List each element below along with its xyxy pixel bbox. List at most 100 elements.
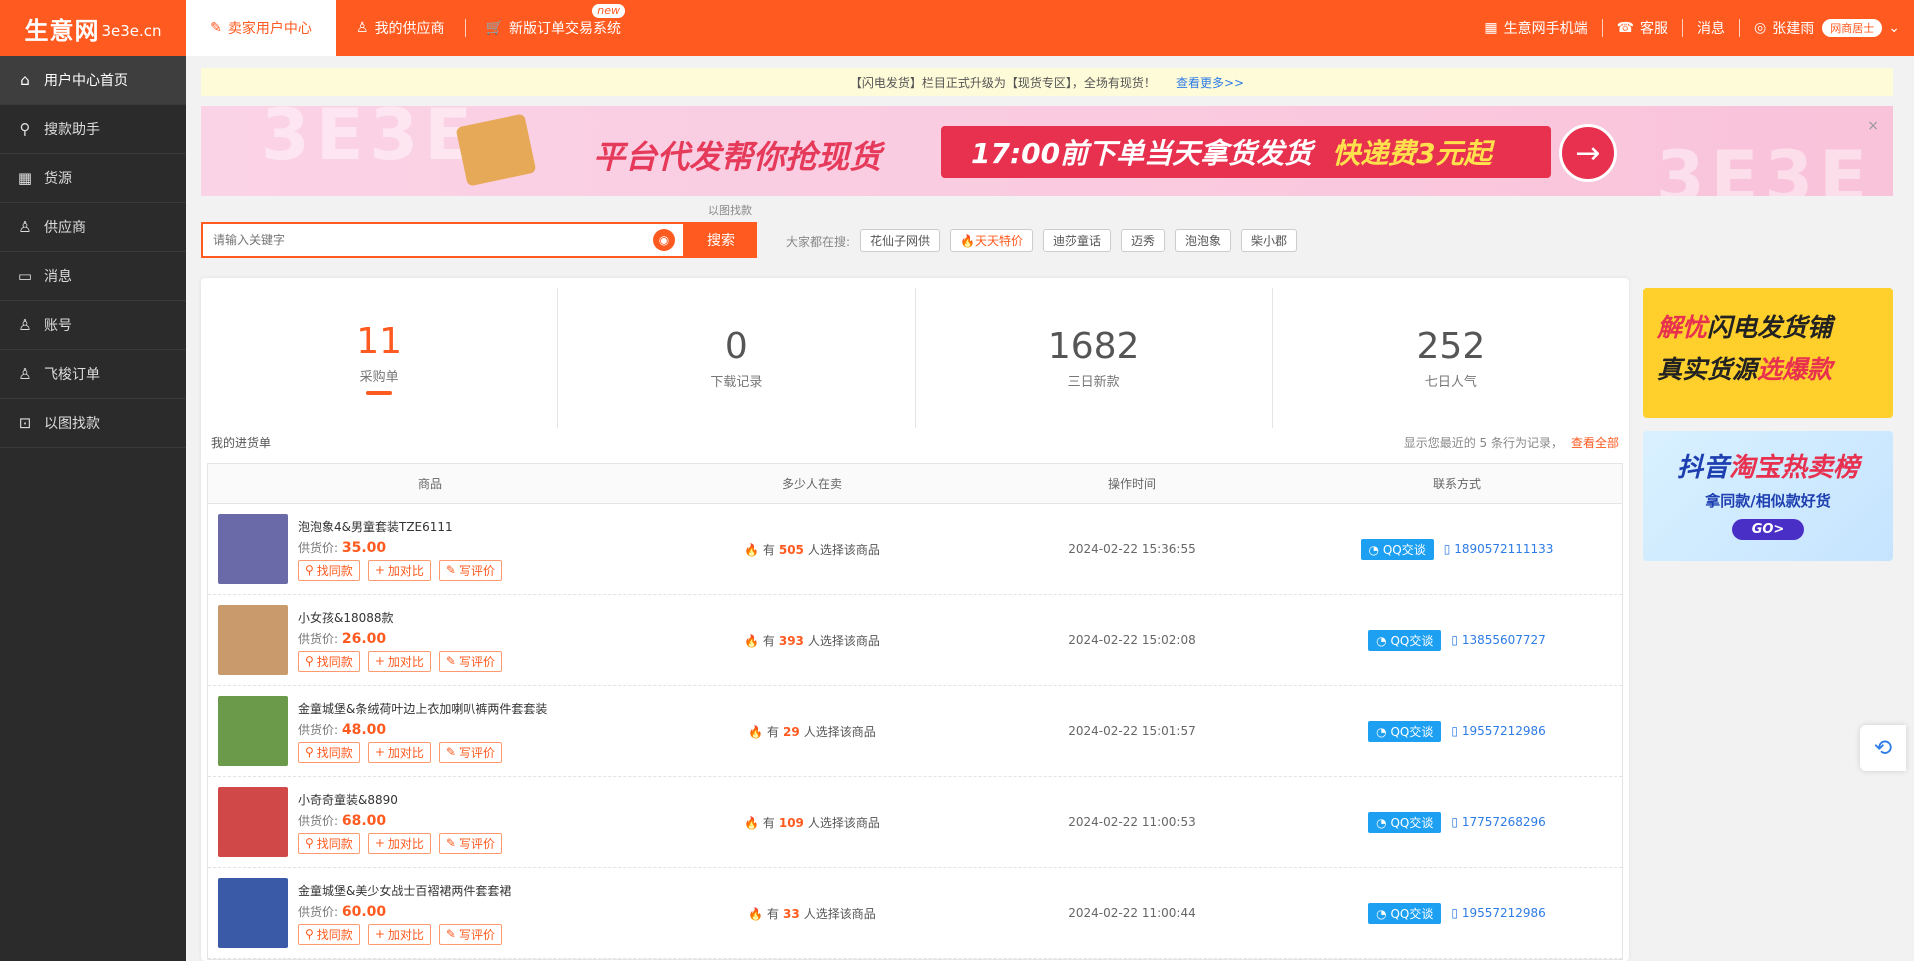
ad-hot-list[interactable]: 抖音淘宝热卖榜 拿同款/相似款好货 GO> bbox=[1643, 431, 1893, 561]
sidebar-item-search-assistant[interactable]: ⚲ 搜款助手 bbox=[0, 105, 186, 154]
phone-number[interactable]: ▯ 19557212986 bbox=[1451, 724, 1545, 738]
fire-icon: 🔥 bbox=[748, 906, 764, 921]
hot-tag[interactable]: 花仙子网供 bbox=[860, 229, 941, 252]
contact-cell: ◔ QQ交谈 ▯ 19557212986 bbox=[1292, 902, 1622, 924]
hot-tag[interactable]: 迈秀 bbox=[1121, 229, 1166, 252]
stat-popular-7days[interactable]: 252 七日人气 bbox=[1273, 288, 1629, 428]
cart-icon: 🛒 bbox=[485, 20, 503, 36]
write-review-button[interactable]: ✎ 写评价 bbox=[438, 923, 502, 945]
phone-number[interactable]: ▯ 17757268296 bbox=[1451, 815, 1545, 829]
promo-banner[interactable]: 3E3E 3E3E 平台代发帮你抢现货 17:00前下单当天拿货发货 快递费3元… bbox=[201, 106, 1893, 196]
notice-bar: 【闪电发货】栏目正式升级为【现货专区】，全场有现货！ 查看更多>> bbox=[201, 68, 1893, 96]
sidebar-item-image-search[interactable]: ⊡ 以图找款 bbox=[0, 399, 186, 448]
hot-tag[interactable]: 迪莎童话 bbox=[1042, 229, 1111, 252]
notice-more-link[interactable]: 查看更多>> bbox=[1176, 74, 1244, 91]
stat-new-3days[interactable]: 1682 三日新款 bbox=[916, 288, 1273, 428]
stat-downloads[interactable]: 0 下载记录 bbox=[558, 288, 916, 428]
find-same-button[interactable]: ⚲ 找同款 bbox=[298, 832, 360, 854]
product-name[interactable]: 小奇奇童装&8890 bbox=[298, 791, 510, 808]
add-compare-button[interactable]: + 加对比 bbox=[367, 559, 431, 581]
write-review-button[interactable]: ✎ 写评价 bbox=[438, 559, 502, 581]
qq-chat-button[interactable]: ◔ QQ交谈 bbox=[1360, 538, 1434, 560]
hot-tag[interactable]: 柴小郡 bbox=[1241, 229, 1298, 252]
product-price: 35.00 bbox=[341, 539, 387, 556]
headset-icon: ☎ bbox=[1616, 20, 1635, 36]
product-name[interactable]: 泡泡象4&男童套装TZE6111 bbox=[298, 518, 510, 535]
go-button[interactable]: GO> bbox=[1731, 519, 1805, 540]
image-search-hint[interactable]: 以图找款 bbox=[708, 202, 752, 218]
write-review-button[interactable]: ✎ 写评价 bbox=[438, 650, 502, 672]
product-thumbnail[interactable] bbox=[218, 878, 288, 948]
contact-cell: ◔ QQ交谈 ▯ 17757268296 bbox=[1292, 811, 1622, 833]
product-thumbnail[interactable] bbox=[218, 514, 288, 584]
order-icon: ♙ bbox=[18, 365, 32, 383]
close-icon[interactable]: × bbox=[1867, 118, 1879, 134]
search-input[interactable] bbox=[203, 225, 653, 255]
price-label: 供货价: bbox=[298, 904, 339, 919]
plus-icon: + bbox=[374, 563, 385, 577]
service-link[interactable]: ☎ 客服 bbox=[1603, 18, 1682, 38]
write-review-button[interactable]: ✎ 写评价 bbox=[438, 832, 502, 854]
hot-tag[interactable]: 泡泡象 bbox=[1175, 229, 1232, 252]
find-same-button[interactable]: ⚲ 找同款 bbox=[298, 923, 360, 945]
qq-chat-button[interactable]: ◔ QQ交谈 bbox=[1368, 720, 1442, 742]
sidebar-item-sources[interactable]: ▦ 货源 bbox=[0, 154, 186, 203]
site-logo[interactable]: 生意网 3e3e.cn bbox=[0, 0, 186, 56]
plus-icon: + bbox=[374, 836, 385, 850]
add-compare-button[interactable]: + 加对比 bbox=[367, 650, 431, 672]
qq-chat-button[interactable]: ◔ QQ交谈 bbox=[1368, 629, 1442, 651]
stat-purchase-orders[interactable]: 11 采购单 bbox=[201, 288, 559, 428]
sellers-count: 505 bbox=[778, 542, 804, 557]
message-link[interactable]: 消息 bbox=[1683, 18, 1739, 38]
search-icon: ⚲ bbox=[305, 563, 314, 577]
sidebar-item-suppliers[interactable]: ♙ 供应商 bbox=[0, 203, 186, 252]
phone-number[interactable]: ▯ 1890572111133 bbox=[1444, 542, 1554, 556]
dashboard-card: 11 采购单 0 下载记录 1682 三日新款 252 七日人气 我的进货单 显… bbox=[201, 278, 1629, 961]
price-label: 供货价: bbox=[298, 722, 339, 737]
find-same-button[interactable]: ⚲ 找同款 bbox=[298, 650, 360, 672]
find-same-button[interactable]: ⚲ 找同款 bbox=[298, 559, 360, 581]
add-compare-button[interactable]: + 加对比 bbox=[367, 832, 431, 854]
qq-icon: ◔ bbox=[1376, 906, 1387, 921]
product-thumbnail[interactable] bbox=[218, 605, 288, 675]
product-thumbnail[interactable] bbox=[218, 787, 288, 857]
arrow-right-icon[interactable]: → bbox=[1559, 124, 1617, 182]
tab-seller-center[interactable]: ✎ 卖家用户中心 bbox=[186, 0, 336, 56]
contact-cell: ◔ QQ交谈 ▯ 19557212986 bbox=[1292, 720, 1622, 742]
find-same-button[interactable]: ⚲ 找同款 bbox=[298, 741, 360, 763]
search-icon: ⚲ bbox=[305, 745, 314, 759]
camera-icon[interactable]: ◉ bbox=[653, 229, 675, 251]
phone-number[interactable]: ▯ 13855607727 bbox=[1451, 633, 1545, 647]
product-name[interactable]: 金童城堡&条绒荷叶边上衣加喇叭裤两件套套装 bbox=[298, 700, 547, 717]
tab-order-system[interactable]: 🛒 新版订单交易系统 new bbox=[466, 0, 641, 56]
qq-chat-button[interactable]: ◔ QQ交谈 bbox=[1368, 811, 1442, 833]
sidebar-item-account[interactable]: ♙ 账号 bbox=[0, 301, 186, 350]
table-row: 金童城堡&美少女战士百褶裙两件套套裙 供货价: 60.00 ⚲ 找同款 + 加对比 … bbox=[208, 868, 1622, 959]
search-button[interactable]: 搜索 bbox=[685, 222, 757, 258]
tab-my-suppliers[interactable]: ♙ 我的供应商 bbox=[336, 0, 465, 56]
mobile-link[interactable]: ▦ 生意网手机端 bbox=[1470, 18, 1601, 38]
add-compare-button[interactable]: + 加对比 bbox=[367, 923, 431, 945]
product-name[interactable]: 金童城堡&美少女战士百褶裙两件套套裙 bbox=[298, 882, 511, 899]
banner-highlight: 17:00前下单当天拿货发货 快递费3元起 bbox=[941, 126, 1551, 178]
sidebar-item-home[interactable]: ⌂ 用户中心首页 bbox=[0, 56, 186, 105]
ad-flash-shop[interactable]: 解忧闪电发货铺 真实货源选爆款 bbox=[1643, 288, 1893, 418]
write-review-button[interactable]: ✎ 写评价 bbox=[438, 741, 502, 763]
qq-chat-button[interactable]: ◔ QQ交谈 bbox=[1368, 902, 1442, 924]
sidebar-item-orders[interactable]: ♙ 飞梭订单 bbox=[0, 350, 186, 399]
user-menu[interactable]: ◎ 张建雨 网商居士 ⌄ bbox=[1740, 18, 1914, 38]
product-thumbnail[interactable] bbox=[218, 696, 288, 766]
product-name[interactable]: 小女孩&18088款 bbox=[298, 609, 510, 626]
price-label: 供货价: bbox=[298, 540, 339, 555]
pen-icon: ✎ bbox=[445, 836, 456, 850]
sellers-cell: 🔥 有 109 人选择该商品 bbox=[744, 815, 880, 830]
edit-icon: ✎ bbox=[210, 20, 222, 36]
view-all-link[interactable]: 查看全部 bbox=[1571, 436, 1619, 450]
phone-number[interactable]: ▯ 19557212986 bbox=[1451, 906, 1545, 920]
add-compare-button[interactable]: + 加对比 bbox=[367, 741, 431, 763]
qq-icon: ◔ bbox=[1376, 724, 1387, 739]
phone-icon: ▯ bbox=[1451, 633, 1458, 647]
hot-tag[interactable]: 🔥天天特价 bbox=[950, 229, 1033, 252]
sidebar-item-messages[interactable]: ▭ 消息 bbox=[0, 252, 186, 301]
customer-service-float-icon[interactable]: ⟲ bbox=[1860, 725, 1906, 771]
